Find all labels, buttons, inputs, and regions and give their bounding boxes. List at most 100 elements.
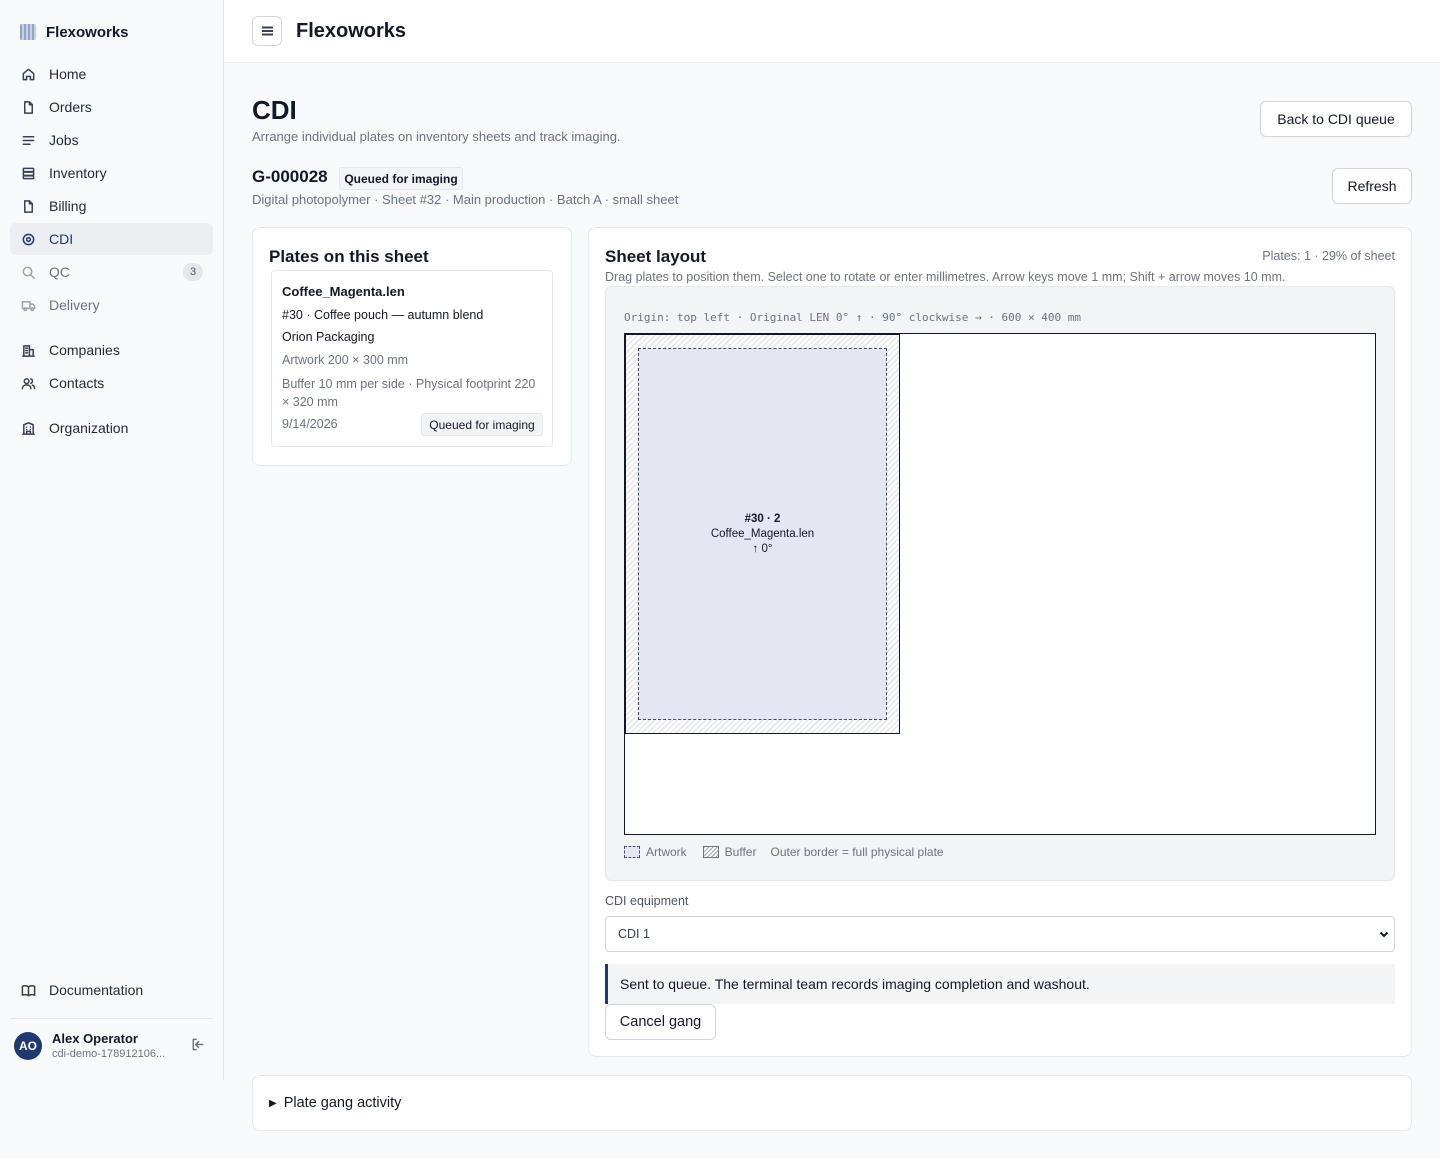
book-icon [20,982,36,998]
sidebar-item-label: Contacts [49,375,105,391]
hamburger-icon [261,30,273,32]
sidebar-item-orders[interactable]: Orders [10,91,213,123]
origin-label: Origin: top left · Original LEN 0° ↑ · 9… [624,311,1081,324]
sheet-stats: Plates: 1 · 29% of sheet [1262,249,1395,263]
user-profile: AO Alex Operator cdi-demo-178912106... [10,1018,213,1060]
equipment-label: CDI equipment [605,894,689,908]
list-icon [20,132,36,148]
brand[interactable]: Flexoworks [0,0,223,64]
sidebar-item-documentation[interactable]: Documentation [10,974,213,1006]
artwork-swatch-icon [624,846,640,858]
plate-job: #30 · Coffee pouch — autumn blend [282,308,484,322]
inventory-icon [20,165,36,181]
refresh-button[interactable]: Refresh [1332,168,1412,204]
sidebar-item-home[interactable]: Home [10,58,213,90]
sidebar-item-label: Documentation [49,982,144,998]
gang-activity-panel[interactable]: ▶ Plate gang activity [252,1075,1412,1131]
sidebar-footer: Documentation [10,974,213,1007]
sidebar-item-label: QC [49,264,70,280]
gang-meta: Digital photopolymer · Sheet #32 · Main … [252,192,679,207]
sidebar-item-billing[interactable]: Billing [10,190,213,222]
sidebar-item-contacts[interactable]: Contacts [10,367,213,399]
sidebar-item-label: Delivery [49,297,100,313]
sidebar-item-label: Companies [49,342,120,358]
nav-divider [10,322,213,334]
activity-summary[interactable]: ▶ Plate gang activity [269,1095,401,1111]
sidebar-item-label: Inventory [49,165,107,181]
plate-on-sheet[interactable]: #30 · 2 Coffee_Magenta.len ↑ 0° [625,334,900,734]
plate-card[interactable]: Coffee_Magenta.len #30 · Coffee pouch — … [271,270,553,447]
logout-icon[interactable] [190,1037,208,1055]
qc-count-badge: 3 [183,263,203,281]
organization-icon [20,420,36,436]
user-email: cdi-demo-178912106... [52,1048,166,1060]
sidebar-item-label: Home [49,66,87,82]
cancel-gang-button[interactable]: Cancel gang [605,1004,716,1040]
brand-name: Flexoworks [46,23,129,41]
buffer-swatch-icon [702,846,719,858]
avatar[interactable]: AO [14,1031,42,1060]
users-icon [20,375,36,391]
brand-logo-icon [20,24,36,40]
sidebar-item-label: Billing [49,198,87,214]
sidebar-item-delivery[interactable]: Delivery [10,289,213,321]
legend-buffer: Buffer [724,845,757,859]
sheet-layout-panel: Sheet layout Plates: 1 · 29% of sheet Dr… [588,227,1412,1057]
plate-name: Coffee_Magenta.len [282,284,405,299]
layout-legend: Artwork Buffer Outer border = full physi… [624,845,944,859]
status-badge: Queued for imaging [339,167,463,190]
plate-label-name: Coffee_Magenta.len [710,527,815,540]
equipment-value: CDI 1 [618,927,650,941]
sidebar-item-label: Orders [49,99,92,115]
page-subtitle: Arrange individual plates on inventory s… [252,129,621,144]
primary-nav: Home Orders Jobs Inventory Billing CDI Q… [10,58,213,445]
home-icon [20,66,36,82]
sidebar-item-companies[interactable]: Companies [10,334,213,366]
sidebar-item-label: Jobs [49,132,79,148]
file-icon [20,198,36,214]
sheet-area[interactable]: #30 · 2 Coffee_Magenta.len ↑ 0° [624,333,1376,835]
sidebar-item-cdi[interactable]: CDI [10,223,213,255]
plates-panel-title: Plates on this sheet [269,247,429,266]
plate-buffer-info: Buffer 10 mm per side · Physical footpri… [282,377,536,409]
search-icon [20,264,36,280]
plates-panel: Plates on this sheet Coffee_Magenta.len … [252,227,572,466]
page-title: CDI [252,95,297,125]
queue-notice: Sent to queue. The terminal team records… [605,964,1395,1004]
sidebar-item-label: CDI [49,231,74,247]
top-bar: Flexoworks [224,0,1440,63]
plate-label-rotation: ↑ 0° [752,542,773,555]
plate-company: Orion Packaging [282,330,375,344]
sheet-hint: Drag plates to position them. Select one… [605,270,1286,284]
nav-divider [10,400,213,412]
sidebar-item-label: Organization [49,420,129,436]
sidebar: Flexoworks Home Orders Jobs Inventory Bi… [0,0,224,1080]
sidebar-item-jobs[interactable]: Jobs [10,124,213,156]
user-name: Alex Operator [52,1031,138,1046]
plate-date: 9/14/2026 [282,417,338,431]
activity-summary-label: Plate gang activity [283,1095,402,1111]
sheet-layout-title: Sheet layout [605,247,707,266]
main-content: CDI Arrange individual plates on invento… [224,63,1440,1159]
truck-icon [20,297,36,313]
building-icon [20,342,36,358]
plate-status-badge: Queued for imaging [421,413,543,436]
legend-artwork: Artwork [646,845,687,859]
sidebar-item-qc[interactable]: QC 3 [10,256,213,288]
user-info: Alex Operator cdi-demo-178912106... [52,1031,176,1060]
gang-id: G-000028 [252,167,328,186]
equipment-select[interactable]: CDI 1 [605,916,1395,952]
disclosure-triangle-icon: ▶ [269,1097,277,1109]
file-icon [20,99,36,115]
back-to-queue-button[interactable]: Back to CDI queue [1260,101,1412,137]
plate-artwork-size: Artwork 200 × 300 mm [282,353,409,367]
sidebar-item-organization[interactable]: Organization [10,412,213,444]
sidebar-item-inventory[interactable]: Inventory [10,157,213,189]
chevron-down-icon [1378,928,1390,940]
plate-artwork-area: #30 · 2 Coffee_Magenta.len ↑ 0° [638,348,887,720]
menu-toggle-button[interactable] [252,16,282,46]
sheet-canvas: Origin: top left · Original LEN 0° ↑ · 9… [605,286,1395,881]
topbar-title: Flexoworks [296,19,407,42]
target-icon [20,231,36,247]
legend-outer: Outer border = full physical plate [770,845,944,859]
